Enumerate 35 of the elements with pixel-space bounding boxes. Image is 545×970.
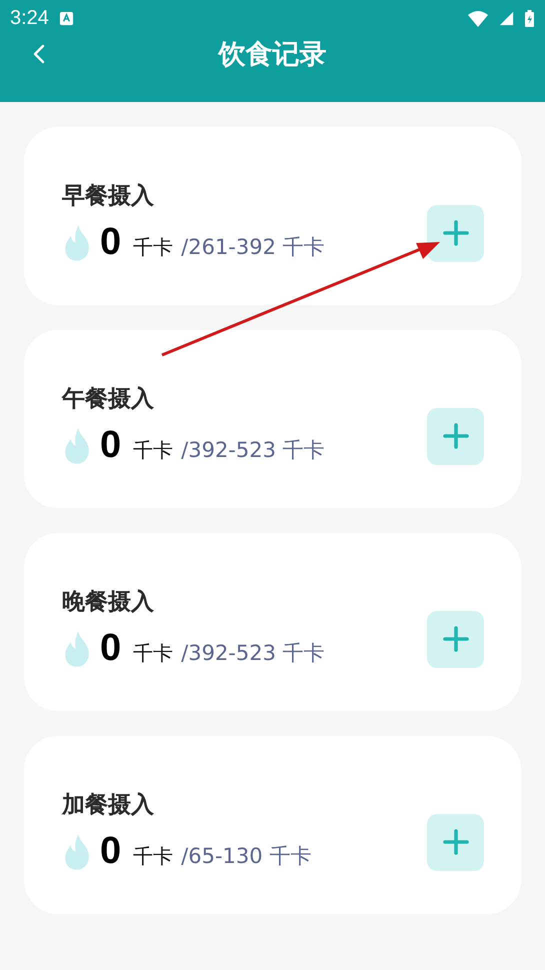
add-button[interactable]	[427, 610, 484, 668]
add-button[interactable]	[427, 204, 484, 262]
status-time: 3:24	[10, 6, 49, 30]
calorie-amount: 0	[100, 627, 122, 670]
flame-icon	[62, 832, 92, 870]
add-button[interactable]	[427, 408, 484, 464]
plus-icon	[442, 625, 470, 653]
calorie-unit: 千卡	[133, 234, 174, 261]
battery-icon	[524, 9, 535, 27]
flame-icon	[62, 426, 92, 464]
calorie-unit: 千卡	[133, 640, 174, 667]
wifi-icon	[467, 10, 489, 26]
calorie-range: /392-523 千卡	[181, 437, 325, 464]
flame-icon	[62, 630, 92, 668]
plus-icon	[442, 422, 470, 450]
meal-title: 午餐摄入	[62, 385, 155, 414]
flame-icon	[62, 224, 92, 262]
signal-icon	[499, 10, 514, 26]
meal-title: 晚餐摄入	[62, 588, 155, 617]
add-button[interactable]	[427, 814, 484, 870]
calorie-unit: 千卡	[133, 437, 174, 464]
calorie-unit: 千卡	[133, 843, 174, 870]
plus-icon	[442, 219, 470, 247]
calorie-range: /65-130 千卡	[181, 843, 312, 870]
meal-title: 早餐摄入	[62, 182, 155, 211]
page-title: 饮食记录	[218, 38, 326, 72]
calorie-range: /261-392 千卡	[181, 234, 325, 261]
calorie-range: /392-523 千卡	[181, 640, 325, 667]
calorie-amount: 0	[100, 424, 122, 467]
back-icon	[32, 44, 46, 64]
calorie-amount: 0	[100, 830, 122, 873]
plus-icon	[442, 828, 470, 856]
meal-title: 加餐摄入	[62, 791, 155, 820]
calorie-amount: 0	[100, 221, 122, 264]
notification-icon	[58, 10, 74, 26]
